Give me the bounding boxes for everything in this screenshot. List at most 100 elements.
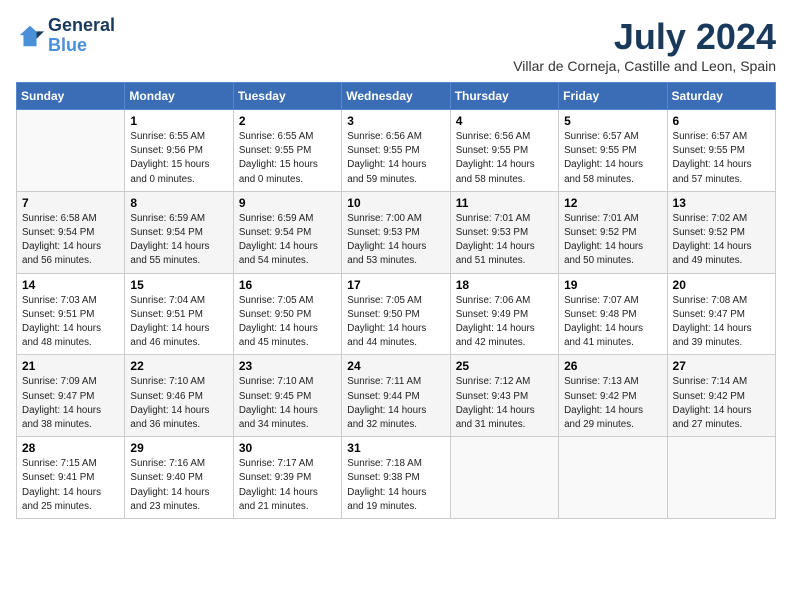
day-info: Sunrise: 7:18 AMSunset: 9:38 PMDaylight:… (347, 457, 444, 514)
day-info: Sunrise: 7:08 AMSunset: 9:47 PMDaylight:… (673, 294, 770, 351)
calendar-cell: 27 Sunrise: 7:14 AMSunset: 9:42 PMDayligh… (667, 355, 775, 437)
col-header-sunday: Sunday (17, 83, 125, 110)
calendar-week-5: 28Sunrise: 7:15 AMSunset: 9:41 PMDayligh… (17, 437, 776, 519)
col-header-wednesday: Wednesday (342, 83, 450, 110)
day-number: 8 (130, 196, 227, 210)
logo-icon (16, 22, 44, 50)
day-info: Sunrise: 6:57 AMSunset: 9:55 PMDaylight:… (564, 130, 661, 187)
calendar-cell: 31 Sunrise: 7:18 AMSunset: 9:38 PMDayligh… (342, 437, 450, 519)
day-number: 20 (673, 278, 770, 292)
day-number: 27 (673, 359, 770, 373)
day-info: Sunrise: 6:58 AMSunset: 9:54 PMDaylight:… (22, 212, 119, 269)
day-number: 17 (347, 278, 444, 292)
day-number: 1 (130, 114, 227, 128)
day-number: 7 (22, 196, 119, 210)
day-number: 5 (564, 114, 661, 128)
day-number: 26 (564, 359, 661, 373)
day-info: Sunrise: 6:56 AMSunset: 9:55 PMDaylight:… (456, 130, 553, 187)
day-info: Sunrise: 7:16 AMSunset: 9:40 PMDaylight:… (130, 457, 227, 514)
day-number: 4 (456, 114, 553, 128)
day-info: Sunrise: 6:59 AMSunset: 9:54 PMDaylight:… (130, 212, 227, 269)
logo-text: General Blue (48, 16, 115, 56)
calendar-cell: 20 Sunrise: 7:08 AMSunset: 9:47 PMDayligh… (667, 273, 775, 355)
day-number: 29 (130, 441, 227, 455)
calendar-cell (450, 437, 558, 519)
calendar-cell: 1 Sunrise: 6:55 AMSunset: 9:56 PMDaylight… (125, 110, 233, 192)
day-number: 12 (564, 196, 661, 210)
day-info: Sunrise: 7:00 AMSunset: 9:53 PMDaylight:… (347, 212, 444, 269)
day-info: Sunrise: 7:12 AMSunset: 9:43 PMDaylight:… (456, 375, 553, 432)
day-info: Sunrise: 7:09 AMSunset: 9:47 PMDaylight:… (22, 375, 119, 432)
calendar-cell (667, 437, 775, 519)
calendar-cell: 23Sunrise: 7:10 AMSunset: 9:45 PMDayligh… (233, 355, 341, 437)
day-info: Sunrise: 7:03 AMSunset: 9:51 PMDaylight:… (22, 294, 119, 351)
calendar-cell: 9Sunrise: 6:59 AMSunset: 9:54 PMDaylight… (233, 191, 341, 273)
calendar-table: SundayMondayTuesdayWednesdayThursdayFrid… (16, 82, 776, 519)
day-info: Sunrise: 7:11 AMSunset: 9:44 PMDaylight:… (347, 375, 444, 432)
calendar-week-2: 7 Sunrise: 6:58 AMSunset: 9:54 PMDaylight… (17, 191, 776, 273)
location: Villar de Corneja, Castille and Leon, Sp… (513, 58, 776, 74)
calendar-cell: 22Sunrise: 7:10 AMSunset: 9:46 PMDayligh… (125, 355, 233, 437)
day-number: 10 (347, 196, 444, 210)
calendar-cell: 3Sunrise: 6:56 AMSunset: 9:55 PMDaylight… (342, 110, 450, 192)
calendar-cell: 15Sunrise: 7:04 AMSunset: 9:51 PMDayligh… (125, 273, 233, 355)
page-header: General Blue July 2024 Villar de Corneja… (16, 16, 776, 74)
day-number: 11 (456, 196, 553, 210)
day-info: Sunrise: 7:15 AMSunset: 9:41 PMDaylight:… (22, 457, 119, 514)
day-number: 30 (239, 441, 336, 455)
calendar-cell (559, 437, 667, 519)
day-info: Sunrise: 7:02 AMSunset: 9:52 PMDaylight:… (673, 212, 770, 269)
calendar-cell: 6Sunrise: 6:57 AMSunset: 9:55 PMDaylight… (667, 110, 775, 192)
day-number: 14 (22, 278, 119, 292)
col-header-tuesday: Tuesday (233, 83, 341, 110)
calendar-cell: 17 Sunrise: 7:05 AMSunset: 9:50 PMDayligh… (342, 273, 450, 355)
day-info: Sunrise: 7:17 AMSunset: 9:39 PMDaylight:… (239, 457, 336, 514)
calendar-week-1: 1 Sunrise: 6:55 AMSunset: 9:56 PMDaylight… (17, 110, 776, 192)
calendar-cell: 4 Sunrise: 6:56 AMSunset: 9:55 PMDaylight… (450, 110, 558, 192)
col-header-saturday: Saturday (667, 83, 775, 110)
col-header-monday: Monday (125, 83, 233, 110)
calendar-cell (17, 110, 125, 192)
col-header-friday: Friday (559, 83, 667, 110)
day-number: 2 (239, 114, 336, 128)
day-number: 31 (347, 441, 444, 455)
day-info: Sunrise: 7:07 AMSunset: 9:48 PMDaylight:… (564, 294, 661, 351)
calendar-week-4: 21 Sunrise: 7:09 AMSunset: 9:47 PMDayligh… (17, 355, 776, 437)
calendar-header-row: SundayMondayTuesdayWednesdayThursdayFrid… (17, 83, 776, 110)
day-info: Sunrise: 6:55 AMSunset: 9:56 PMDaylight:… (130, 130, 227, 187)
day-info: Sunrise: 6:56 AMSunset: 9:55 PMDaylight:… (347, 130, 444, 187)
calendar-cell: 11 Sunrise: 7:01 AMSunset: 9:53 PMDayligh… (450, 191, 558, 273)
day-number: 9 (239, 196, 336, 210)
calendar-cell: 14 Sunrise: 7:03 AMSunset: 9:51 PMDayligh… (17, 273, 125, 355)
day-number: 18 (456, 278, 553, 292)
day-number: 21 (22, 359, 119, 373)
calendar-cell: 7 Sunrise: 6:58 AMSunset: 9:54 PMDaylight… (17, 191, 125, 273)
calendar-cell: 30 Sunrise: 7:17 AMSunset: 9:39 PMDayligh… (233, 437, 341, 519)
calendar-cell: 28Sunrise: 7:15 AMSunset: 9:41 PMDayligh… (17, 437, 125, 519)
title-block: July 2024 Villar de Corneja, Castille an… (513, 16, 776, 74)
day-info: Sunrise: 7:05 AMSunset: 9:50 PMDaylight:… (239, 294, 336, 351)
col-header-thursday: Thursday (450, 83, 558, 110)
calendar-cell: 19 Sunrise: 7:07 AMSunset: 9:48 PMDayligh… (559, 273, 667, 355)
day-number: 19 (564, 278, 661, 292)
calendar-cell: 18Sunrise: 7:06 AMSunset: 9:49 PMDayligh… (450, 273, 558, 355)
calendar-cell: 24 Sunrise: 7:11 AMSunset: 9:44 PMDayligh… (342, 355, 450, 437)
logo: General Blue (16, 16, 115, 56)
day-info: Sunrise: 7:14 AMSunset: 9:42 PMDaylight:… (673, 375, 770, 432)
day-number: 25 (456, 359, 553, 373)
day-info: Sunrise: 6:57 AMSunset: 9:55 PMDaylight:… (673, 130, 770, 187)
day-info: Sunrise: 7:01 AMSunset: 9:53 PMDaylight:… (456, 212, 553, 269)
day-number: 22 (130, 359, 227, 373)
calendar-cell: 21 Sunrise: 7:09 AMSunset: 9:47 PMDayligh… (17, 355, 125, 437)
day-info: Sunrise: 7:04 AMSunset: 9:51 PMDaylight:… (130, 294, 227, 351)
calendar-cell: 13Sunrise: 7:02 AMSunset: 9:52 PMDayligh… (667, 191, 775, 273)
day-info: Sunrise: 6:55 AMSunset: 9:55 PMDaylight:… (239, 130, 336, 187)
day-number: 16 (239, 278, 336, 292)
calendar-cell: 5 Sunrise: 6:57 AMSunset: 9:55 PMDaylight… (559, 110, 667, 192)
calendar-cell: 10 Sunrise: 7:00 AMSunset: 9:53 PMDayligh… (342, 191, 450, 273)
day-info: Sunrise: 7:05 AMSunset: 9:50 PMDaylight:… (347, 294, 444, 351)
day-info: Sunrise: 7:01 AMSunset: 9:52 PMDaylight:… (564, 212, 661, 269)
day-number: 24 (347, 359, 444, 373)
calendar-cell: 8 Sunrise: 6:59 AMSunset: 9:54 PMDaylight… (125, 191, 233, 273)
calendar-cell: 25 Sunrise: 7:12 AMSunset: 9:43 PMDayligh… (450, 355, 558, 437)
